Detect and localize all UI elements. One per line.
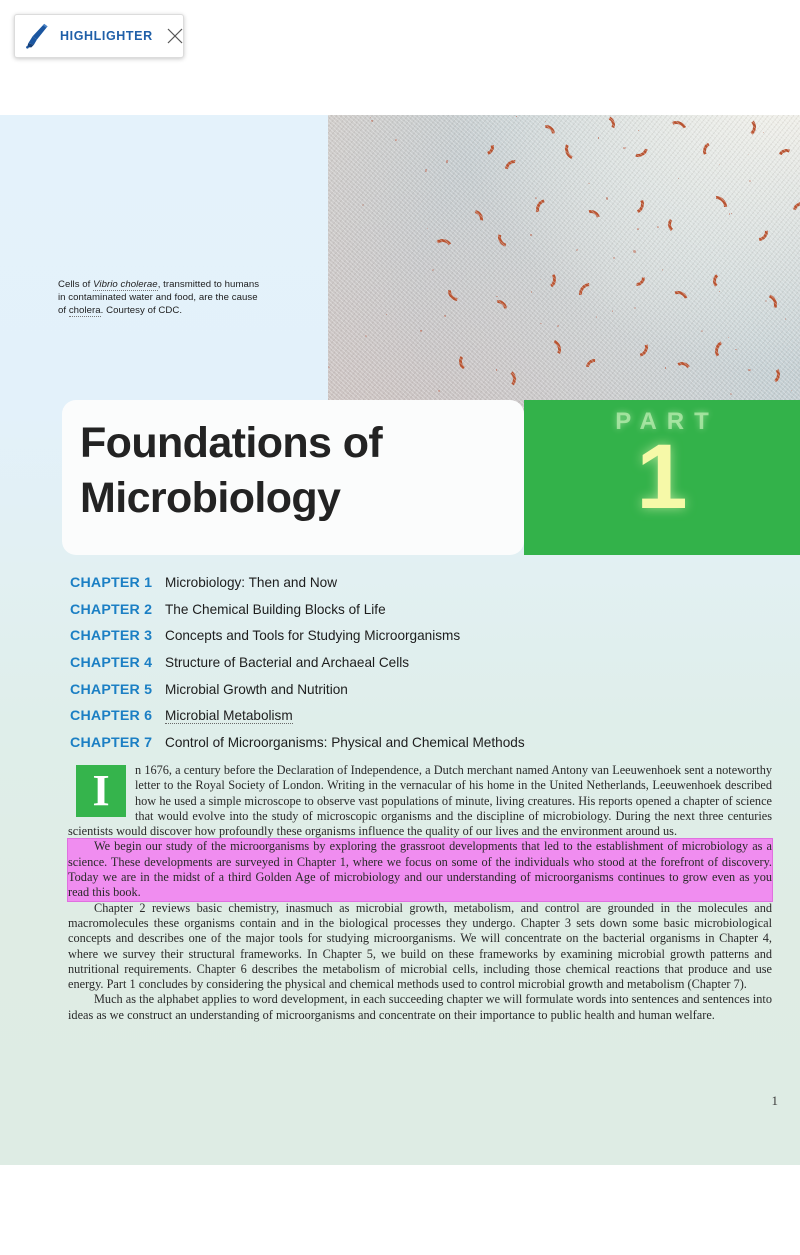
chapter-number-6: CHAPTER 6: [70, 708, 165, 724]
caption-species: Vibrio cholerae: [93, 279, 158, 291]
chapter-title-7: Control of Microorganisms: Physical and …: [165, 735, 525, 750]
close-x-icon[interactable]: [165, 26, 185, 46]
caption-prefix: Cells of: [58, 279, 93, 290]
chapter-number-1: CHAPTER 1: [70, 575, 165, 591]
part-badge: PART 1: [524, 400, 800, 555]
chapter-number-2: CHAPTER 2: [70, 602, 165, 618]
chapter-title-3: Concepts and Tools for Studying Microorg…: [165, 628, 460, 643]
chapter-row-7[interactable]: CHAPTER 7 Control of Microorganisms: Phy…: [70, 735, 770, 762]
chapter-row-1[interactable]: CHAPTER 1 Microbiology: Then and Now: [70, 575, 770, 602]
page-title: Foundations of Microbiology: [80, 416, 382, 526]
chapter-row-2[interactable]: CHAPTER 2 The Chemical Building Blocks o…: [70, 602, 770, 629]
chapter-title-6: Microbial Metabolism: [165, 708, 293, 724]
marker-pen-icon: [25, 23, 51, 49]
caption-term-cholera: cholera: [69, 305, 101, 317]
caption-line3-suffix: . Courtesy of CDC.: [101, 305, 182, 316]
body-text: I n 1676, a century before the Declarati…: [68, 763, 772, 1023]
chapter-number-3: CHAPTER 3: [70, 628, 165, 644]
page-title-line2: Microbiology: [80, 471, 382, 526]
chapter-row-4[interactable]: CHAPTER 4 Structure of Bacterial and Arc…: [70, 655, 770, 682]
chapter-list: CHAPTER 1 Microbiology: Then and Now CHA…: [70, 575, 770, 762]
dropcap-letter: I: [76, 765, 126, 817]
chapter-title-1: Microbiology: Then and Now: [165, 575, 337, 590]
chapter-number-5: CHAPTER 5: [70, 682, 165, 698]
part-number-label: 1: [636, 434, 687, 521]
page-number: 1: [772, 1093, 779, 1109]
paragraph-3: Chapter 2 reviews basic chemistry, inasm…: [68, 901, 772, 993]
chapter-title-5: Microbial Growth and Nutrition: [165, 682, 348, 697]
title-card: Foundations of Microbiology: [62, 400, 524, 555]
chapter-number-4: CHAPTER 4: [70, 655, 165, 671]
chapter-number-7: CHAPTER 7: [70, 735, 165, 751]
chapter-title-4: Structure of Bacterial and Archaeal Cell…: [165, 655, 409, 670]
highlighter-toolbar[interactable]: HIGHLIGHTER: [14, 14, 184, 58]
paragraph-1: n 1676, a century before the Declaration…: [68, 763, 772, 839]
paragraph-2-highlighted: We begin our study of the microorganisms…: [68, 839, 772, 900]
chapter-row-3[interactable]: CHAPTER 3 Concepts and Tools for Studyin…: [70, 628, 770, 655]
caption-suffix: , transmitted to: [158, 279, 222, 290]
highlighter-label: HIGHLIGHTER: [60, 29, 153, 43]
chapter-title-2: The Chemical Building Blocks of Life: [165, 602, 386, 617]
micrograph-texture: [328, 115, 800, 445]
vibrio-cholerae-micrograph: [328, 115, 800, 445]
chapter-row-5[interactable]: CHAPTER 5 Microbial Growth and Nutrition: [70, 682, 770, 709]
paragraph-4: Much as the alphabet applies to word dev…: [68, 992, 772, 1023]
chapter-row-6[interactable]: CHAPTER 6 Microbial Metabolism: [70, 708, 770, 735]
page-title-line1: Foundations of: [80, 416, 382, 471]
micrograph-disc: [328, 115, 800, 445]
book-page: Cells of Vibrio cholerae, transmitted to…: [0, 115, 800, 1165]
photo-caption: Cells of Vibrio cholerae, transmitted to…: [58, 278, 268, 318]
toolbar-zone: HIGHLIGHTER: [0, 0, 800, 115]
